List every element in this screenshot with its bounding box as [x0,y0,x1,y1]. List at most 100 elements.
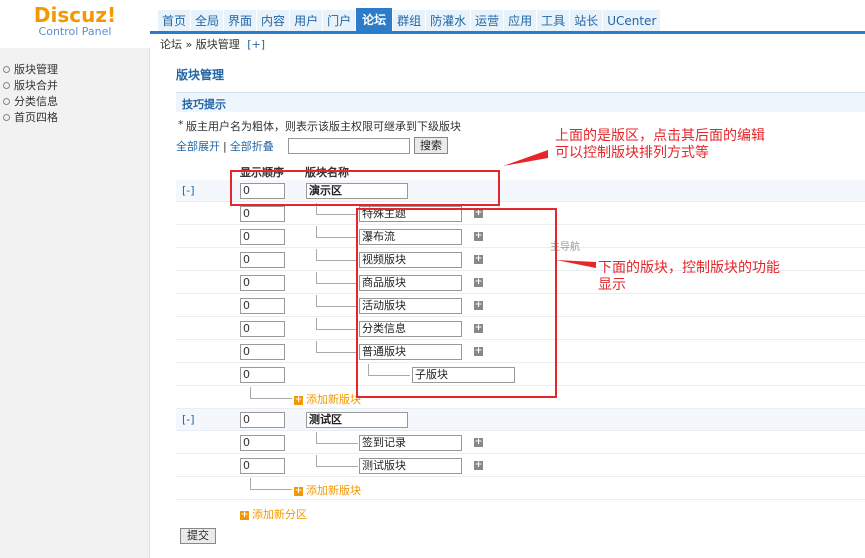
add-forum-label: 添加新版块 [306,484,361,497]
forum-row: 0 签到记录 + [176,432,865,454]
display-order-input[interactable]: 0 [240,458,285,474]
tree-line [250,387,251,398]
nav-tab[interactable]: 运营 [471,10,505,32]
display-order-input[interactable]: 0 [240,412,285,428]
breadcrumb-add-favorite[interactable]: [+] [247,38,265,51]
add-category-label: 添加新分区 [252,508,307,521]
nav-tab[interactable]: 论坛 [356,8,394,32]
logo-title: Discuz! [33,3,117,27]
tree-toolbar: 全部展开 | 全部折叠 [176,138,274,156]
tips-title: 技巧提示 [182,98,226,111]
tree-line [316,329,358,330]
annotation-box-forums [356,208,557,398]
forum-name-input[interactable]: 测试版块 [359,458,462,474]
annotation-text-forums-1: 下面的版块，控制版块的功能 [598,260,780,276]
display-order-input[interactable]: 0 [240,435,285,451]
tree-line [316,466,358,467]
category-name-input[interactable]: 测试区 [306,412,408,428]
forum-name-input[interactable]: 签到记录 [359,435,462,451]
tree-line [316,455,317,466]
annotation-text-category-1: 上面的是版区，点击其后面的编辑 [555,128,765,144]
display-order-input[interactable]: 0 [240,206,285,222]
add-category-row: + 添加新分区 [176,502,865,524]
nav-tab[interactable]: 内容 [257,10,291,32]
annotation-box-category [230,170,500,206]
tips-bullet: * [178,118,184,131]
add-subforum-icon[interactable]: + [474,438,483,447]
breadcrumb-current: 版块管理 [195,38,240,51]
sidebar-item[interactable]: 版块合并 [0,78,149,94]
display-order-input[interactable]: 0 [240,367,285,383]
logo[interactable]: Discuz! Control Panel [0,0,150,48]
display-order-input[interactable]: 0 [240,275,285,291]
display-order-input[interactable]: 0 [240,298,285,314]
nav-tab[interactable]: 应用 [504,10,538,32]
add-subforum-icon[interactable]: + [474,461,483,470]
display-order-input[interactable]: 0 [240,321,285,337]
collapse-toggle[interactable]: [-] [182,184,195,197]
tree-line [316,226,317,237]
nav-tab[interactable]: 界面 [224,10,258,32]
nav-tab[interactable]: 防灌水 [426,10,472,32]
search-button[interactable]: 搜索 [414,137,448,154]
bullet-icon [3,66,10,73]
left-sidebar: 版块管理版块合并 分类信息 首页四格 [0,48,150,558]
add-forum-label: 添加新版块 [306,393,361,406]
tree-line [316,306,358,307]
tree-line [316,249,317,260]
sidebar-menu: 版块管理版块合并 分类信息 首页四格 [0,62,149,126]
search-input[interactable] [288,138,410,154]
nav-tab[interactable]: 门户 [323,10,357,32]
add-category-link[interactable]: + 添加新分区 [240,506,307,522]
tree-line [316,260,358,261]
category-row: [-] 0 测试区 [176,409,865,431]
nav-tab[interactable]: 群组 [393,10,427,32]
nav-tab[interactable]: 工具 [537,10,571,32]
collapse-all-link[interactable]: 全部折叠 [230,140,274,153]
main-nav: 首页 全局 界面 内容 用户 门户 论坛 群组 防灌水 运营 应用 工具 站长 UCenter [158,8,662,32]
sidebar-item[interactable]: 版块管理 [0,62,149,78]
logo-subtitle: Control Panel [38,25,112,38]
breadcrumb-root[interactable]: 论坛 [160,38,182,51]
plus-icon: + [294,394,303,405]
add-forum-link[interactable]: + 添加新版块 [294,391,361,407]
tips-header: 技巧提示 [176,92,865,112]
add-forum-row: + 添加新版块 [176,478,865,500]
tree-line [316,352,358,353]
annotation-text-forums-2: 显示 [598,277,626,293]
tree-line [316,341,317,352]
nav-underline [150,31,865,34]
expand-all-link[interactable]: 全部展开 [176,140,220,153]
submit-button[interactable]: 提交 [180,528,216,544]
sidebar-item[interactable]: 首页四格 [0,110,149,126]
tips-text: 版主用户名为粗体，则表示该版主权限可继承到下级版块 [186,120,461,133]
tree-line [250,489,292,490]
collapse-toggle[interactable]: [-] [182,413,195,426]
tree-line [316,295,317,306]
toolbar-separator: | [223,140,227,153]
tree-line [316,443,358,444]
nav-tab[interactable]: UCenter [603,10,662,32]
sidebar-item[interactable]: 分类信息 [0,94,149,110]
breadcrumb: 论坛 » 版块管理 [+] [160,36,265,54]
bullet-icon [3,114,10,121]
nav-tab[interactable]: 用户 [290,10,324,32]
forum-row: 0 测试版块 + [176,455,865,477]
top-header: Discuz! Control Panel 首页 全局 界面 内容 用户 门户 论坛 群组 防灌… [0,0,865,38]
page-title: 版块管理 [176,68,225,82]
annotation-text-category-2: 可以控制版块排列方式等 [555,145,709,161]
bullet-icon [3,82,10,89]
tree-line [316,214,358,215]
display-order-input[interactable]: 0 [240,252,285,268]
nav-tab[interactable]: 站长 [570,10,604,32]
display-order-input[interactable]: 0 [240,344,285,360]
display-order-input[interactable]: 0 [240,229,285,245]
tree-line [316,432,317,443]
nav-tab[interactable]: 首页 [158,10,192,32]
add-forum-link[interactable]: + 添加新版块 [294,482,361,498]
sidebar-item-label: 版块管理 [14,63,58,76]
nav-tab[interactable]: 全局 [191,10,225,32]
tree-line [250,398,292,399]
tree-line [316,318,317,329]
tree-line [316,283,358,284]
